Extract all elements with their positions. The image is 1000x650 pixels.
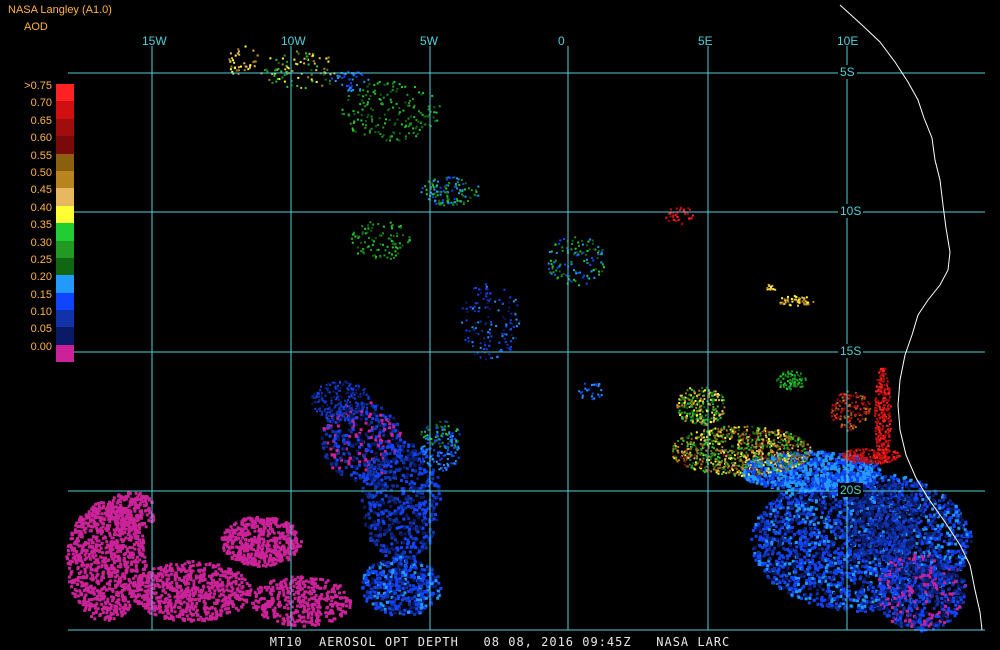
legend-swatch bbox=[56, 240, 74, 258]
legend-swatch bbox=[56, 84, 74, 102]
legend-swatch bbox=[56, 327, 74, 345]
aod-cluster bbox=[228, 45, 259, 75]
aerosol-data-layer bbox=[65, 45, 973, 633]
legend-label: 0.65 bbox=[30, 114, 52, 127]
legend-swatch bbox=[56, 257, 74, 276]
legend-swatch bbox=[56, 118, 74, 137]
footer-caption: MT10 AEROSOL OPT DEPTH 08 08, 2016 09:45… bbox=[269, 635, 731, 649]
aod-cluster bbox=[779, 295, 815, 307]
source-label: NASA Langley (A1.0) bbox=[8, 4, 112, 16]
legend-label: 0.05 bbox=[30, 323, 52, 336]
legend-swatch bbox=[56, 188, 74, 206]
legend-label: >0.75 bbox=[24, 80, 52, 92]
aod-color-scale bbox=[56, 84, 74, 363]
product-label: AOD bbox=[24, 21, 48, 33]
aod-cluster bbox=[420, 420, 461, 449]
legend-label: 0.10 bbox=[30, 306, 52, 319]
legend-label: 0.60 bbox=[30, 132, 52, 145]
lat-label: 20S bbox=[838, 483, 864, 497]
legend-swatch bbox=[56, 223, 74, 241]
aod-cluster bbox=[420, 176, 480, 207]
legend-swatch bbox=[56, 170, 74, 189]
legend-label: 0.25 bbox=[30, 253, 52, 266]
aod-cluster bbox=[665, 206, 694, 226]
legend-label: 0.40 bbox=[30, 201, 52, 214]
legend-label: 0.20 bbox=[30, 271, 52, 284]
aod-cluster bbox=[350, 221, 411, 260]
lat-lon-grid bbox=[68, 46, 985, 631]
aod-cluster bbox=[776, 370, 807, 391]
legend-swatch bbox=[56, 344, 74, 363]
legend-label: 0.50 bbox=[30, 166, 52, 179]
aod-map bbox=[65, 4, 985, 633]
legend-label: 0.00 bbox=[30, 340, 52, 353]
lon-label: 5W bbox=[420, 34, 438, 48]
legend-swatch bbox=[56, 275, 74, 293]
lat-label: 15S bbox=[838, 344, 864, 358]
legend-swatch bbox=[56, 205, 74, 224]
lat-label: 10S bbox=[838, 204, 864, 218]
legend-swatch bbox=[56, 310, 74, 328]
legend-label: 0.55 bbox=[30, 149, 52, 162]
legend-swatch bbox=[56, 292, 74, 311]
lon-label: 10E bbox=[837, 34, 859, 48]
aod-cluster bbox=[578, 382, 603, 401]
aod-cluster bbox=[331, 70, 370, 92]
legend-labels: >0.75 0.70 0.65 0.60 0.55 0.50 0.45 0.40 0.35 0.3… bbox=[4, 79, 52, 357]
aod-cluster bbox=[251, 575, 352, 628]
legend-label: 0.15 bbox=[30, 288, 52, 301]
legend-label: 0.35 bbox=[30, 219, 52, 232]
legend-swatch bbox=[56, 101, 74, 119]
legend-label: 0.30 bbox=[30, 236, 52, 249]
legend-swatch bbox=[56, 153, 74, 171]
aod-cluster bbox=[676, 386, 726, 427]
aod-cluster bbox=[830, 390, 872, 432]
lon-label: 10W bbox=[281, 34, 306, 48]
aod-cluster bbox=[341, 81, 441, 142]
legend-label: 0.70 bbox=[30, 97, 52, 110]
aod-cluster bbox=[65, 501, 148, 622]
lon-label: 0 bbox=[558, 34, 565, 48]
lon-label: 15W bbox=[142, 34, 167, 48]
aod-cluster bbox=[130, 560, 253, 623]
legend-swatch bbox=[56, 136, 74, 154]
aod-cluster bbox=[260, 50, 336, 89]
aod-cluster bbox=[461, 283, 521, 361]
aod-cluster bbox=[766, 283, 777, 291]
lat-label: 5S bbox=[838, 65, 857, 79]
legend-label: 0.45 bbox=[30, 184, 52, 197]
lon-label: 5E bbox=[698, 34, 713, 48]
aod-cluster bbox=[547, 236, 605, 287]
